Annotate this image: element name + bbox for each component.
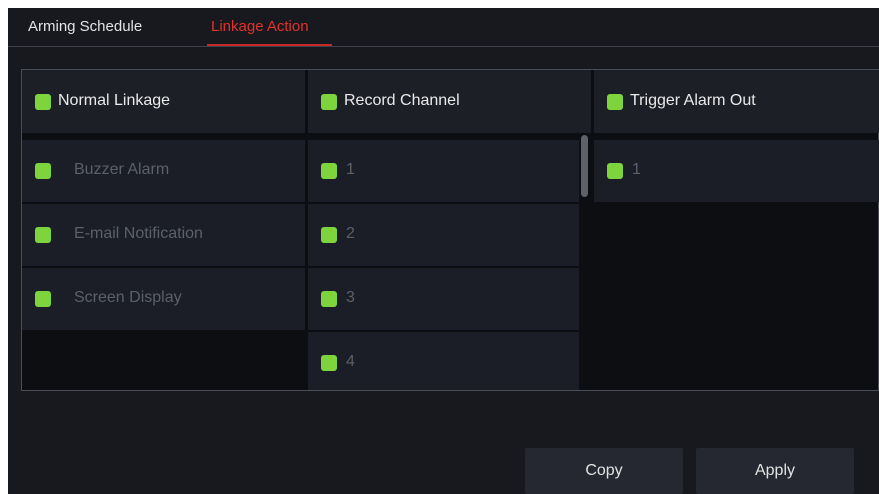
- channel-3-label: 3: [346, 289, 355, 306]
- buzzer-alarm-checkbox[interactable]: [35, 163, 51, 179]
- list-item-channel-4[interactable]: 4: [308, 332, 579, 390]
- channel-4-checkbox[interactable]: [321, 355, 337, 371]
- apply-button[interactable]: Apply: [696, 448, 854, 494]
- linkage-settings-panel: Arming Schedule Linkage Action Normal Li…: [8, 8, 879, 494]
- list-item-channel-2[interactable]: 2: [308, 204, 579, 266]
- buzzer-alarm-label: Buzzer Alarm: [74, 161, 170, 178]
- list-item-email-notification[interactable]: E-mail Notification: [22, 204, 305, 266]
- list-item-screen-display[interactable]: Screen Display: [22, 268, 305, 330]
- record-channel-scrollbar[interactable]: [579, 133, 591, 390]
- channel-4-label: 4: [346, 353, 355, 370]
- record-channel-header: Record Channel: [308, 70, 591, 133]
- screen-display-label: Screen Display: [74, 289, 182, 306]
- channel-1-label: 1: [346, 161, 355, 178]
- tab-linkage-action[interactable]: Linkage Action: [211, 18, 309, 35]
- copy-button[interactable]: Copy: [525, 448, 683, 494]
- trigger-alarm-out-checkbox[interactable]: [607, 94, 623, 110]
- list-item-alarm-out-1[interactable]: 1: [594, 140, 879, 202]
- tab-bar-divider: [8, 46, 879, 47]
- channel-2-checkbox[interactable]: [321, 227, 337, 243]
- trigger-alarm-out-title: Trigger Alarm Out: [630, 92, 756, 109]
- alarm-out-1-label: 1: [632, 161, 641, 178]
- screen-display-checkbox[interactable]: [35, 291, 51, 307]
- list-item-buzzer-alarm[interactable]: Buzzer Alarm: [22, 140, 305, 202]
- email-notification-checkbox[interactable]: [35, 227, 51, 243]
- scrollbar-thumb[interactable]: [581, 135, 588, 197]
- record-channel-title: Record Channel: [344, 92, 460, 109]
- normal-linkage-column: Normal Linkage Buzzer Alarm E-mail Notif…: [22, 70, 305, 390]
- list-item-channel-1[interactable]: 1: [308, 140, 579, 202]
- tab-arming-schedule[interactable]: Arming Schedule: [28, 18, 142, 35]
- channel-1-checkbox[interactable]: [321, 163, 337, 179]
- channel-2-label: 2: [346, 225, 355, 242]
- email-notification-label: E-mail Notification: [74, 225, 203, 242]
- record-channel-checkbox[interactable]: [321, 94, 337, 110]
- top-margin: [0, 0, 879, 8]
- trigger-alarm-out-header: Trigger Alarm Out: [594, 70, 879, 133]
- list-item-channel-3[interactable]: 3: [308, 268, 579, 330]
- normal-linkage-title: Normal Linkage: [58, 92, 171, 109]
- normal-linkage-header: Normal Linkage: [22, 70, 305, 133]
- normal-linkage-checkbox[interactable]: [35, 94, 51, 110]
- left-margin: [0, 0, 8, 494]
- linkage-grid: Normal Linkage Buzzer Alarm E-mail Notif…: [21, 69, 879, 391]
- channel-3-checkbox[interactable]: [321, 291, 337, 307]
- trigger-alarm-out-column: Trigger Alarm Out 1: [594, 70, 879, 390]
- alarm-out-1-checkbox[interactable]: [607, 163, 623, 179]
- record-channel-column: Record Channel 1 2 3 4: [308, 70, 591, 390]
